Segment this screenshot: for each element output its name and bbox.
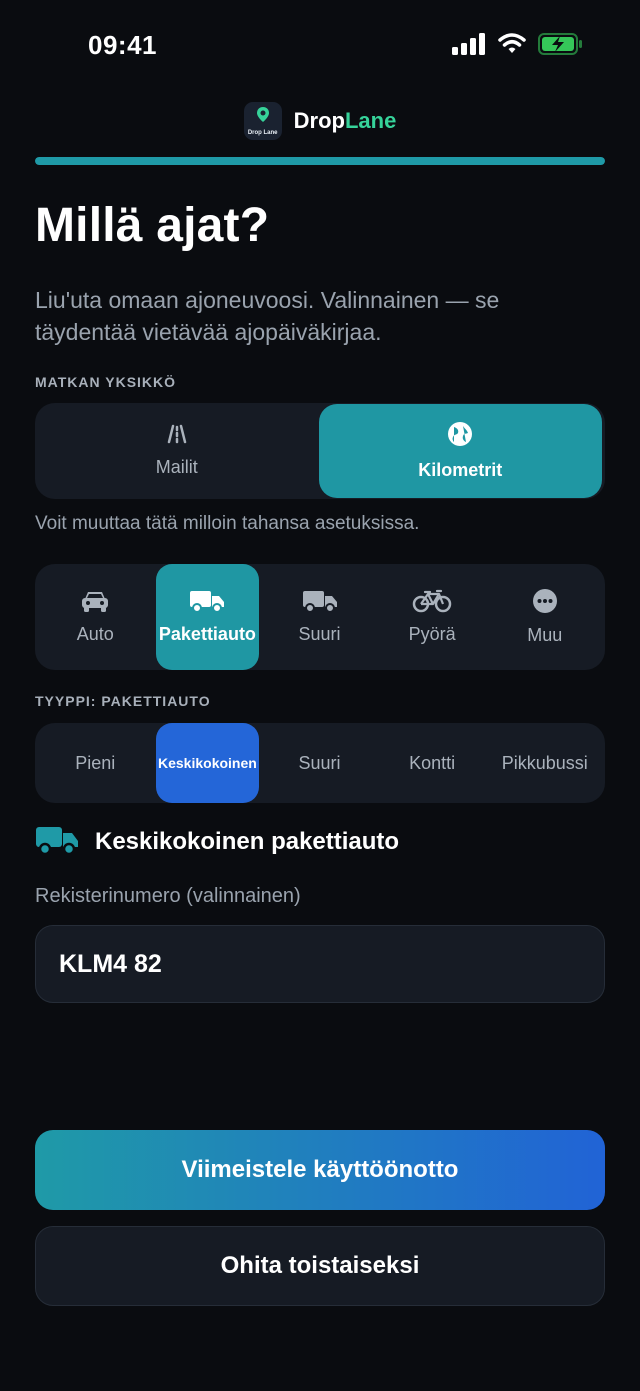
- vehicle-option-van[interactable]: Pakettiauto: [155, 564, 260, 670]
- brand-logo: Drop Lane: [243, 102, 282, 140]
- battery-charging-icon: [538, 32, 584, 61]
- type-option-minibus[interactable]: Pikkubussi: [488, 723, 601, 803]
- vehicle-type-label: TYYPPI: PAKETTIAUTO: [35, 693, 211, 709]
- progress-fill: [35, 157, 605, 165]
- unit-option-miles[interactable]: Mailit: [35, 403, 319, 499]
- brand-header: Drop Lane DropLane: [0, 100, 640, 142]
- onboarding-progress-bar: [35, 157, 605, 165]
- vehicle-option-label: Pakettiauto: [158, 624, 256, 644]
- brand-name-part1: Drop: [293, 108, 345, 133]
- selected-vehicle-summary: Keskikokoinen pakettiauto: [35, 824, 399, 860]
- location-pin-icon: [255, 106, 271, 129]
- vehicle-option-bicycle[interactable]: Pyörä: [376, 564, 489, 670]
- distance-unit-label: MATKAN YKSIKKÖ: [35, 374, 177, 390]
- van-icon: [35, 825, 79, 860]
- more-icon: [532, 588, 558, 619]
- vehicle-option-label: Muu: [527, 625, 563, 645]
- type-option-small[interactable]: Pieni: [39, 723, 152, 803]
- vehicle-selector: Auto Pakettiauto Suuri Pyörä Muu: [35, 564, 605, 670]
- type-option-container[interactable]: Kontti: [376, 723, 489, 803]
- status-icons: [452, 32, 584, 60]
- page-title: Millä ajat?: [35, 199, 270, 252]
- vehicle-option-large[interactable]: Suuri: [263, 564, 376, 670]
- signal-icon: [452, 32, 486, 60]
- type-option-large[interactable]: Suuri: [263, 723, 376, 803]
- bicycle-icon: [412, 589, 452, 618]
- type-option-medium[interactable]: Keskikokoinen: [155, 723, 260, 803]
- truck-icon: [302, 589, 338, 618]
- vehicle-option-label: Suuri: [298, 624, 341, 644]
- road-icon: [159, 424, 195, 449]
- car-icon: [80, 589, 110, 618]
- brand-name-part2: Lane: [344, 108, 397, 133]
- finish-onboarding-button[interactable]: Viimeistele käyttöönotto: [35, 1130, 605, 1210]
- vehicle-type-selector: Pieni Keskikokoinen Suuri Kontti Pikkubu…: [35, 723, 605, 803]
- unit-hint: Voit muuttaa tätä milloin tahansa asetuk…: [35, 513, 420, 534]
- globe-icon: [447, 421, 473, 452]
- vehicle-option-car[interactable]: Auto: [39, 564, 152, 670]
- unit-option-label: Kilometrit: [418, 460, 503, 480]
- wifi-icon: [498, 32, 526, 60]
- page-subtitle: Liu'uta omaan ajoneuvoosi. Valinnainen —…: [35, 287, 500, 345]
- status-time: 09:41: [88, 30, 157, 60]
- unit-option-kilometers[interactable]: Kilometrit: [318, 404, 602, 498]
- vehicle-option-label: Auto: [76, 624, 114, 644]
- vehicle-option-label: Pyörä: [408, 624, 456, 644]
- brand-logo-text: Drop Lane: [247, 130, 278, 136]
- skip-button[interactable]: Ohita toistaiseksi: [35, 1226, 605, 1306]
- registration-input[interactable]: [35, 925, 605, 1003]
- vehicle-option-other[interactable]: Muu: [488, 564, 601, 670]
- distance-unit-selector: Mailit Kilometrit: [35, 403, 605, 499]
- selected-vehicle-name: Keskikokoinen pakettiauto: [95, 828, 400, 855]
- unit-option-label: Mailit: [155, 457, 198, 477]
- registration-label: Rekisterinumero (valinnainen): [35, 885, 301, 907]
- brand-name: DropLane: [294, 108, 397, 134]
- van-icon: [189, 589, 225, 618]
